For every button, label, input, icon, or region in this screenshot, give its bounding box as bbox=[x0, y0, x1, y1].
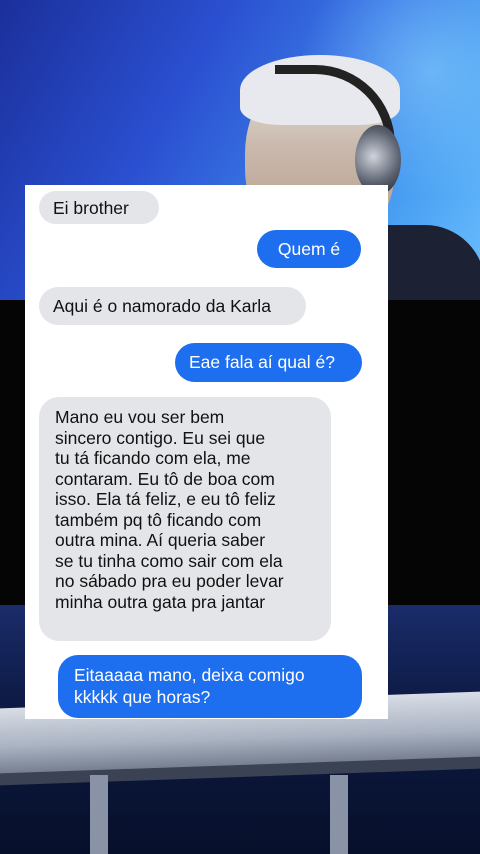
message-line: contaram. Eu tô de boa com bbox=[55, 468, 275, 489]
message-text: Ei brother bbox=[53, 198, 129, 218]
message-line: sincero contigo. Eu sei que bbox=[55, 427, 266, 448]
message-text: Aqui é o namorado da Karla bbox=[53, 296, 271, 316]
message-line: outra mina. Aí queria saber bbox=[55, 530, 266, 550]
message-text: Quem é bbox=[277, 239, 341, 259]
message-line: minha outra gata pra jantar bbox=[55, 591, 266, 612]
message-line: se tu tinha como sair com ela bbox=[55, 550, 283, 571]
message-line: também pq tô ficando com bbox=[55, 509, 262, 530]
desk-leg bbox=[90, 775, 108, 854]
incoming-message: Aqui é o namorado da Karla bbox=[39, 287, 306, 325]
incoming-message: Ei brother bbox=[39, 191, 159, 224]
message-line: Mano eu vou ser bem bbox=[55, 407, 225, 427]
message-text: Eae fala aí qual é? bbox=[189, 352, 335, 372]
chat-screenshot: Ei brother Quem é Aqui é o namorado da K… bbox=[25, 185, 388, 719]
message-line: Eitaaaaa mano, deixa comigo bbox=[74, 665, 305, 685]
incoming-message: Mano eu vou ser bem sincero contigo. Eu … bbox=[39, 397, 331, 641]
message-line: tu tá ficando com ela, me bbox=[55, 448, 251, 468]
outgoing-message: Eae fala aí qual é? bbox=[175, 343, 362, 382]
message-line: kkkkk que horas? bbox=[74, 687, 211, 707]
desk-leg bbox=[330, 775, 348, 854]
outgoing-message: Eitaaaaa mano, deixa comigo kkkkk que ho… bbox=[58, 655, 362, 718]
message-line: isso. Ela tá feliz, e eu tô feliz bbox=[55, 489, 276, 509]
message-line: no sábado pra eu poder levar bbox=[55, 571, 284, 591]
outgoing-message: Quem é bbox=[257, 230, 361, 268]
